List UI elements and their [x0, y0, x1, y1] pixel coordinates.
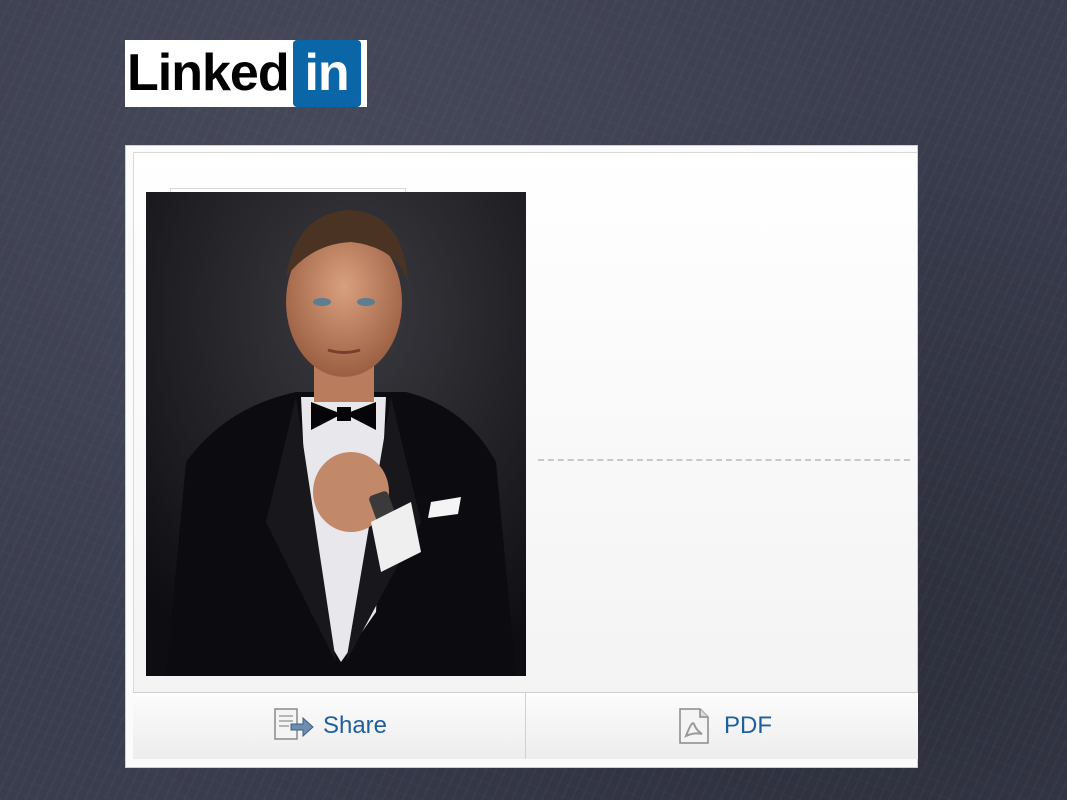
logo-wordmark: Linked [127, 44, 290, 102]
action-toolbar: Share PDF [133, 692, 918, 759]
profile-photo [146, 192, 526, 676]
share-label: Share [322, 712, 388, 739]
logo-in-box: in [292, 40, 361, 107]
dashed-divider [538, 459, 910, 461]
share-button[interactable]: Share [133, 693, 525, 759]
pdf-icon [672, 706, 716, 746]
share-icon [271, 706, 315, 746]
pdf-label: PDF [724, 712, 772, 739]
linkedin-logo: Linked in [125, 40, 367, 107]
pdf-button[interactable]: PDF [525, 693, 918, 759]
